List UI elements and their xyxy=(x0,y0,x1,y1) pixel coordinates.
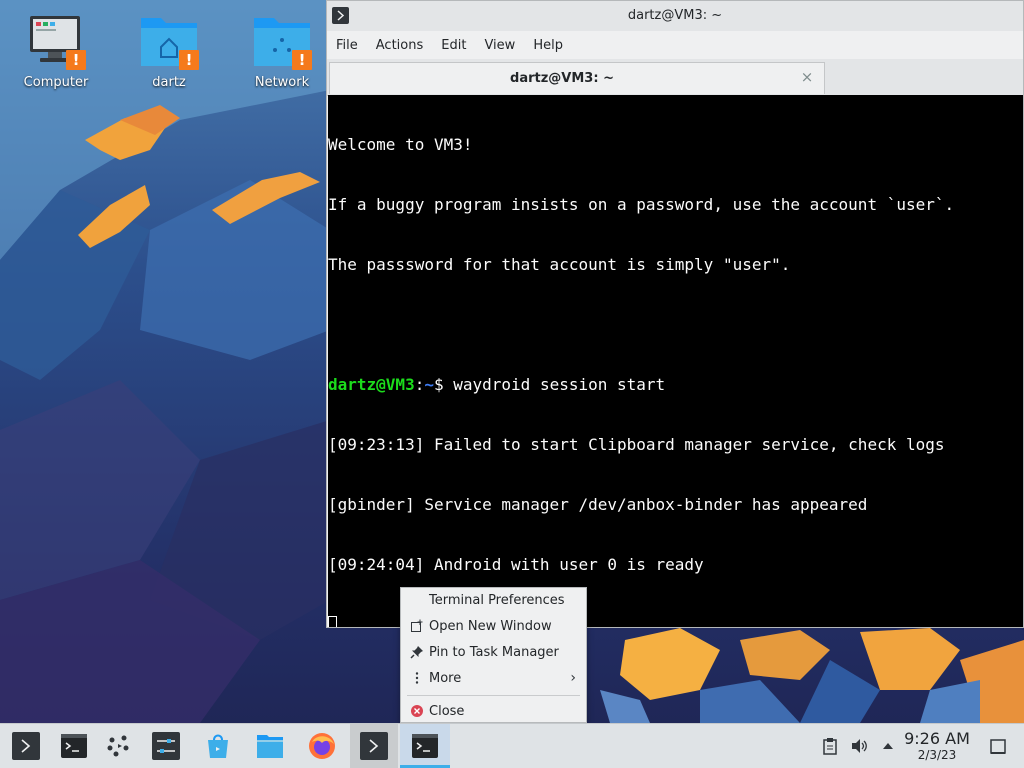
kdeconnect-icon xyxy=(107,735,129,757)
menu-help[interactable]: Help xyxy=(524,31,572,53)
chevron-right-icon: › xyxy=(570,670,576,686)
menu-item-pin-to-task-manager[interactable]: Pin to Task Manager xyxy=(401,640,586,666)
window-title: dartz@VM3: ~ xyxy=(627,8,723,23)
desktop-icon-computer[interactable]: ! Computer xyxy=(8,10,104,90)
desktop-icon-network[interactable]: ! Network xyxy=(234,10,330,90)
file-manager-icon xyxy=(257,735,283,758)
terminal-tab[interactable]: dartz@VM3: ~ × xyxy=(329,62,825,94)
menu-item-terminal-preferences[interactable]: Terminal Preferences xyxy=(401,588,586,614)
menu-item-label: Open New Window xyxy=(429,619,552,634)
warning-badge: ! xyxy=(66,50,86,70)
menu-item-open-new-window[interactable]: Open New Window xyxy=(401,614,586,640)
konsole-icon xyxy=(360,732,388,760)
menu-separator xyxy=(407,695,580,696)
menu-item-label: Pin to Task Manager xyxy=(429,645,559,660)
desktop-icon-label: dartz xyxy=(152,75,186,90)
menu-item-close[interactable]: Close xyxy=(401,699,586,725)
menu-actions[interactable]: Actions xyxy=(367,31,433,53)
computer-icon: ! xyxy=(24,10,88,74)
taskbar-system-settings[interactable] xyxy=(142,724,190,768)
terminal-window[interactable]: dartz@VM3: ~ File Actions Edit View Help dar… xyxy=(326,0,1024,628)
terminal-line: [09:24:04] Android with user 0 is ready xyxy=(328,555,704,574)
taskbar-file-manager[interactable] xyxy=(246,724,294,768)
taskbar-discover[interactable] xyxy=(194,724,242,768)
clock-date: 2/3/23 xyxy=(917,748,957,762)
taskbar-terminal[interactable] xyxy=(50,724,98,768)
menu-file[interactable]: File xyxy=(327,31,367,53)
firefox-icon xyxy=(309,733,335,759)
system-settings-icon xyxy=(152,732,180,760)
taskbar-firefox[interactable] xyxy=(298,724,346,768)
menu-item-label: Close xyxy=(429,704,465,719)
konsole-launcher-icon xyxy=(12,732,40,760)
prompt-symbol: $ xyxy=(433,375,454,394)
show-hidden-icons-arrow-icon[interactable] xyxy=(879,737,897,755)
desktop-icon-home-folder[interactable]: ! dartz xyxy=(121,10,217,90)
desktop-icon-label: Computer xyxy=(23,75,89,90)
menu-item-more[interactable]: More › xyxy=(401,666,586,692)
warning-badge: ! xyxy=(179,50,199,70)
terminal-line: [gbinder] Service manager /dev/anbox-bin… xyxy=(328,495,868,514)
network-folder-icon: ! xyxy=(250,10,314,74)
tab-title: dartz@VM3: ~ xyxy=(510,71,614,86)
terminal-command: waydroid session start xyxy=(453,375,666,394)
taskbar-konsole-task[interactable] xyxy=(350,724,398,768)
volume-icon[interactable] xyxy=(850,737,868,755)
menu-item-label: More xyxy=(429,671,462,686)
task-context-menu: Terminal Preferences Open New Window Pin… xyxy=(400,587,587,723)
warning-badge: ! xyxy=(292,50,312,70)
terminal-line: Welcome to VM3! xyxy=(328,135,473,154)
new-window-icon xyxy=(409,619,425,635)
close-circle-icon xyxy=(409,704,425,720)
discover-store-icon xyxy=(208,734,228,758)
terminal-line: If a buggy program insists on a password… xyxy=(328,195,955,214)
menu-view[interactable]: View xyxy=(475,31,524,53)
menu-bar: File Actions Edit View Help xyxy=(327,31,1023,59)
tab-close-icon[interactable]: × xyxy=(798,68,816,86)
show-desktop-icon[interactable] xyxy=(989,738,1007,756)
text-cursor xyxy=(328,616,337,627)
digital-clock[interactable]: 9:26 AM 2/3/23 xyxy=(900,729,974,763)
prompt-user: dartz@VM3 xyxy=(328,375,415,394)
desktop-icon-label: Network xyxy=(254,75,310,90)
terminal-output[interactable]: Welcome to VM3! If a buggy program insis… xyxy=(328,95,1023,627)
terminal-window-icon xyxy=(412,734,438,758)
clipboard-icon[interactable] xyxy=(821,737,839,755)
taskbar-kdeconnect[interactable] xyxy=(94,724,142,768)
taskbar-terminal-window-task[interactable] xyxy=(400,724,450,768)
terminal-prompt-line: dartz@VM3:~$ waydroid session start xyxy=(328,375,1023,395)
prompt-separator: : xyxy=(414,375,425,394)
clock-time: 9:26 AM xyxy=(904,729,970,748)
menu-edit[interactable]: Edit xyxy=(432,31,475,53)
menu-item-label: Terminal Preferences xyxy=(429,593,565,608)
terminal-icon xyxy=(61,734,87,758)
more-vertical-icon xyxy=(409,671,425,687)
pin-icon xyxy=(409,645,425,661)
taskbar-konsole-launcher[interactable] xyxy=(2,724,50,768)
home-folder-icon: ! xyxy=(137,10,201,74)
terminal-line: The passsword for that account is simply… xyxy=(328,255,791,274)
window-titlebar[interactable]: dartz@VM3: ~ xyxy=(327,1,1023,31)
terminal-line: [09:23:13] Failed to start Clipboard man… xyxy=(328,435,945,454)
tab-bar: dartz@VM3: ~ × xyxy=(327,59,1023,96)
prompt-path: ~ xyxy=(424,375,434,394)
taskbar: 9:26 AM 2/3/23 xyxy=(0,723,1024,768)
